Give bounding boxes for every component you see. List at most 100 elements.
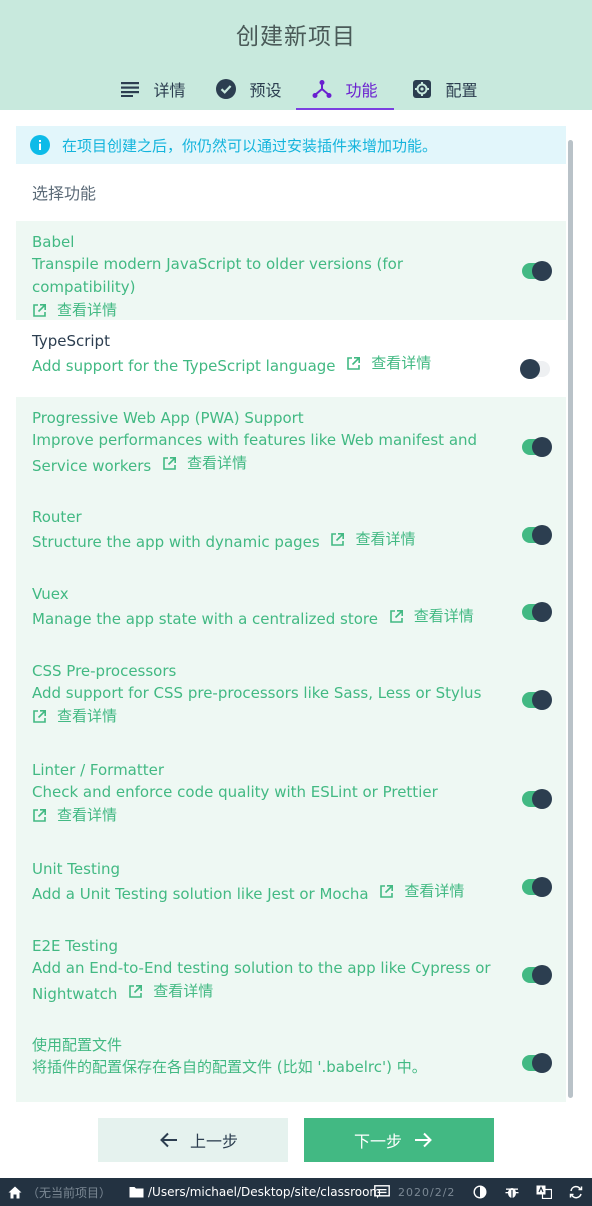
info-banner: 在项目创建之后，你仍然可以通过安装插件来增加功能。 [16, 126, 566, 164]
previous-button[interactable]: 上一步 [98, 1118, 288, 1162]
more-link[interactable]: 查看详情 [389, 605, 474, 628]
log-icon[interactable] [374, 1178, 390, 1206]
external-link-icon [380, 885, 394, 898]
tab-label: 配置 [445, 81, 478, 100]
feature-desc-text: Add support for the TypeScript language [32, 357, 336, 375]
feature-unit-testing[interactable]: Unit Testing Add a Unit Testing solution… [16, 848, 566, 925]
feature-description: Add a Unit Testing solution like Jest or… [32, 880, 506, 906]
settings-icon [412, 79, 432, 99]
feature-name: TypeScript [32, 332, 110, 350]
arrow-left-icon [160, 1132, 177, 1148]
feature-typescript[interactable]: TypeScript Add support for the TypeScrip… [16, 320, 566, 396]
current-project[interactable]: （无当前项目） [27, 1178, 111, 1206]
refresh-icon[interactable] [569, 1178, 583, 1206]
feature-desc-text: Manage the app state with a centralized … [32, 610, 378, 628]
tab-bar: 详情 预设 功能 配置 [0, 68, 592, 110]
feature-toggle[interactable] [522, 877, 552, 897]
feature-toggle[interactable] [520, 359, 550, 379]
status-bar: （无当前项目） /Users/michael/Desktop/site/clas… [0, 1178, 592, 1206]
feature-name: Vuex [32, 585, 69, 603]
feature-name: Babel [32, 233, 75, 251]
feature-config-files[interactable]: 使用配置文件 将插件的配置保存在各自的配置文件 (比如 '.babelrc') … [16, 1024, 566, 1102]
feature-desc-text: Add a Unit Testing solution like Jest or… [32, 885, 369, 903]
theme-toggle-icon[interactable] [473, 1178, 487, 1206]
more-link[interactable]: 查看详情 [330, 528, 416, 551]
feature-desc-text: 将插件的配置保存在各自的配置文件 (比如 '.babelrc') 中。 [32, 1058, 427, 1076]
external-link-icon [129, 985, 143, 998]
feature-name: Progressive Web App (PWA) Support [32, 409, 304, 427]
feature-name: Router [32, 508, 82, 526]
feature-css-preprocessors[interactable]: CSS Pre-processors Add support for CSS p… [16, 650, 566, 749]
bug-icon[interactable] [505, 1178, 519, 1206]
more-link[interactable]: 查看详情 [32, 705, 117, 728]
tab-presets[interactable]: 预设 [204, 68, 294, 110]
feature-e2e-testing[interactable]: E2E Testing Add an End-to-End testing so… [16, 925, 566, 1024]
feature-description: Structure the app with dynamic pages 查看详… [32, 528, 506, 554]
home-icon [8, 1186, 22, 1198]
feature-name: CSS Pre-processors [32, 662, 177, 680]
translate-icon[interactable] [536, 1178, 552, 1206]
external-link-icon [389, 610, 403, 623]
feature-description: Transpile modern JavaScript to older ver… [32, 253, 506, 325]
feature-desc-text: Add an End-to-End testing solution to th… [32, 959, 491, 1003]
folder-icon [129, 1178, 144, 1206]
feature-description: Add support for CSS pre-processors like … [32, 682, 506, 731]
feature-toggle[interactable] [522, 965, 552, 985]
more-link[interactable]: 查看详情 [128, 980, 213, 1003]
tab-config[interactable]: 配置 [400, 68, 490, 110]
feature-toggle[interactable] [522, 690, 552, 710]
feature-description: Add support for the TypeScript language … [32, 352, 506, 378]
external-link-icon [33, 710, 46, 723]
list-icon [120, 79, 140, 99]
feature-description: Manage the app state with a centralized … [32, 605, 506, 631]
more-link[interactable]: 查看详情 [379, 880, 464, 903]
feature-desc-text: Structure the app with dynamic pages [32, 533, 320, 551]
feature-description: Check and enforce code quality with ESLi… [32, 781, 506, 830]
more-link[interactable]: 查看详情 [32, 299, 117, 322]
feature-desc-text: Improve performances with features like … [32, 431, 478, 475]
feature-name: 使用配置文件 [32, 1036, 123, 1054]
feature-name: Unit Testing [32, 860, 121, 878]
feature-name: Linter / Formatter [32, 761, 165, 779]
date-text: 2020/2/2 [398, 1185, 456, 1199]
feature-name: E2E Testing [32, 937, 119, 955]
next-button-label: 下一步 [353, 1132, 402, 1151]
home-button[interactable] [8, 1178, 22, 1206]
tab-label: 详情 [153, 81, 186, 100]
tab-label: 功能 [345, 81, 378, 100]
feature-router[interactable]: Router Structure the app with dynamic pa… [16, 496, 566, 573]
previous-button-label: 上一步 [189, 1132, 238, 1151]
feature-babel[interactable]: Babel Transpile modern JavaScript to old… [16, 221, 566, 320]
scrollbar[interactable] [568, 140, 573, 1098]
feature-description: 将插件的配置保存在各自的配置文件 (比如 '.babelrc') 中。 [32, 1056, 506, 1079]
feature-desc-text: Check and enforce code quality with ESLi… [32, 783, 438, 801]
feature-linter[interactable]: Linter / Formatter Check and enforce cod… [16, 749, 566, 848]
feature-toggle[interactable] [522, 1053, 552, 1073]
feature-description: Add an End-to-End testing solution to th… [32, 957, 506, 1006]
section-title: 选择功能 [32, 184, 97, 203]
check-circle-icon [216, 79, 237, 99]
feature-pwa[interactable]: Progressive Web App (PWA) Support Improv… [16, 397, 566, 496]
external-link-icon [33, 304, 46, 317]
external-link-icon [331, 533, 345, 546]
feature-toggle[interactable] [522, 789, 552, 809]
feature-toggle[interactable] [522, 525, 552, 545]
more-link[interactable]: 查看详情 [162, 452, 247, 475]
feature-toggle[interactable] [522, 261, 552, 281]
more-link[interactable]: 查看详情 [346, 352, 431, 375]
fork-icon [312, 79, 332, 99]
feature-vuex[interactable]: Vuex Manage the app state with a central… [16, 573, 566, 650]
tab-label: 预设 [249, 81, 282, 100]
project-path[interactable]: /Users/michael/Desktop/site/classroom [148, 1178, 381, 1206]
feature-toggle[interactable] [522, 602, 552, 622]
next-button[interactable]: 下一步 [304, 1118, 494, 1162]
more-link[interactable]: 查看详情 [32, 804, 117, 827]
feature-toggle[interactable] [522, 437, 552, 457]
feature-desc-text: Transpile modern JavaScript to older ver… [32, 255, 404, 296]
external-link-icon [347, 357, 361, 370]
header: 创建新项目 详情 预设 功能 配置 [0, 0, 592, 110]
feature-desc-text: Add support for CSS pre-processors like … [32, 684, 482, 702]
external-link-icon [33, 809, 46, 822]
tab-details[interactable]: 详情 [108, 68, 198, 110]
tab-features[interactable]: 功能 [296, 68, 394, 110]
